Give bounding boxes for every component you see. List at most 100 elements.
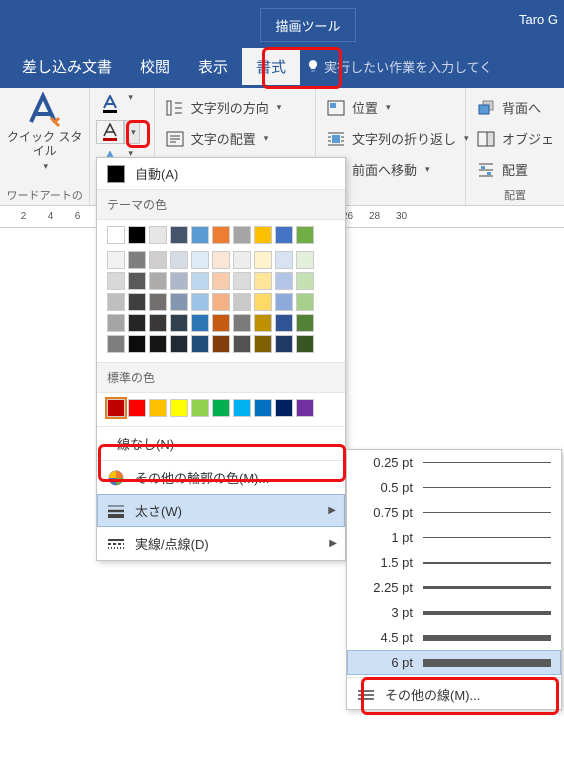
color-swatch[interactable] [212,314,230,332]
color-swatch[interactable] [170,272,188,290]
color-swatch[interactable] [275,251,293,269]
color-swatch[interactable] [149,293,167,311]
color-swatch[interactable] [191,399,209,417]
color-swatch[interactable] [170,335,188,353]
tell-me[interactable]: 実行したい作業を入力してく [306,57,492,76]
text-align-button[interactable]: 文字の配置▾ [161,123,309,154]
color-swatch[interactable] [107,314,125,332]
color-swatch[interactable] [128,335,146,353]
text-direction-button[interactable]: 文字列の方向▾ [161,92,309,123]
text-outline-dropdown[interactable]: ▾ [124,120,140,144]
color-swatch[interactable] [191,272,209,290]
color-swatch[interactable] [275,399,293,417]
color-swatch[interactable] [107,272,125,290]
color-swatch[interactable] [296,399,314,417]
weight-submenu-item[interactable]: 太さ(W) ▶ [97,494,345,527]
color-swatch[interactable] [191,293,209,311]
selection-pane-button[interactable]: オブジェ [472,123,558,154]
color-swatch[interactable] [275,272,293,290]
tab-review[interactable]: 校閲 [126,48,184,85]
color-swatch[interactable] [107,335,125,353]
color-swatch[interactable] [149,272,167,290]
wrap-text-button[interactable]: 文字列の折り返し▾ [322,123,459,154]
color-swatch[interactable] [254,272,272,290]
color-swatch[interactable] [149,399,167,417]
color-swatch[interactable] [254,293,272,311]
send-backward-button[interactable]: 背面へ [472,92,558,123]
color-swatch[interactable] [254,251,272,269]
color-swatch[interactable] [233,314,251,332]
color-swatch[interactable] [212,272,230,290]
weight-option[interactable]: 1.5 pt [347,550,561,575]
no-line-item[interactable]: 線なし(N) [97,427,345,460]
color-swatch[interactable] [107,293,125,311]
color-swatch[interactable] [128,293,146,311]
color-swatch[interactable] [128,399,146,417]
color-swatch[interactable] [191,335,209,353]
color-swatch[interactable] [170,226,188,244]
weight-option[interactable]: 0.25 pt [347,450,561,475]
color-swatch[interactable] [149,335,167,353]
color-swatch[interactable] [254,399,272,417]
tab-mailings[interactable]: 差し込み文書 [8,48,126,85]
color-swatch[interactable] [275,293,293,311]
tab-view[interactable]: 表示 [184,48,242,85]
weight-option[interactable]: 0.75 pt [347,500,561,525]
color-swatch[interactable] [296,293,314,311]
chevron-down-icon[interactable]: ▾ [128,92,133,116]
weight-option[interactable]: 0.5 pt [347,475,561,500]
color-swatch[interactable] [212,293,230,311]
color-swatch[interactable] [296,272,314,290]
color-swatch[interactable] [170,399,188,417]
color-swatch[interactable] [191,251,209,269]
weight-option[interactable]: 6 pt [347,650,561,675]
color-swatch[interactable] [170,293,188,311]
color-swatch[interactable] [296,226,314,244]
tab-format[interactable]: 書式 [242,48,300,85]
more-lines-item[interactable]: その他の線(M)... [347,680,561,709]
color-swatch[interactable] [296,314,314,332]
color-swatch[interactable] [128,251,146,269]
color-swatch[interactable] [233,399,251,417]
text-outline-button[interactable] [96,120,124,144]
weight-option[interactable]: 1 pt [347,525,561,550]
color-swatch[interactable] [233,272,251,290]
color-swatch[interactable] [275,335,293,353]
color-swatch[interactable] [128,314,146,332]
more-outline-colors-item[interactable]: その他の輪郭の色(M)... [97,461,345,494]
weight-option[interactable]: 2.25 pt [347,575,561,600]
dashes-submenu-item[interactable]: 実線/点線(D) ▶ [97,527,345,560]
color-swatch[interactable] [128,226,146,244]
position-button[interactable]: 位置▾ [322,92,459,123]
color-swatch[interactable] [107,251,125,269]
color-swatch[interactable] [170,314,188,332]
color-swatch[interactable] [275,226,293,244]
color-swatch[interactable] [254,335,272,353]
color-swatch[interactable] [107,399,125,417]
color-swatch[interactable] [233,251,251,269]
color-swatch[interactable] [212,335,230,353]
color-swatch[interactable] [254,314,272,332]
quick-styles-button[interactable]: クイック スタイル ▾ [6,92,83,172]
color-swatch[interactable] [296,251,314,269]
align-button[interactable]: 配置 [472,154,558,185]
text-fill-button[interactable] [96,92,124,116]
color-swatch[interactable] [149,251,167,269]
color-swatch[interactable] [212,226,230,244]
color-swatch[interactable] [128,272,146,290]
color-swatch[interactable] [233,335,251,353]
color-swatch[interactable] [296,335,314,353]
color-swatch[interactable] [191,226,209,244]
color-swatch[interactable] [212,251,230,269]
color-swatch[interactable] [170,251,188,269]
color-swatch[interactable] [149,226,167,244]
color-swatch[interactable] [275,314,293,332]
color-swatch[interactable] [212,399,230,417]
color-swatch[interactable] [149,314,167,332]
color-swatch[interactable] [107,226,125,244]
color-swatch[interactable] [233,226,251,244]
auto-color-item[interactable]: 自動(A) [97,158,345,189]
color-swatch[interactable] [254,226,272,244]
color-swatch[interactable] [191,314,209,332]
weight-option[interactable]: 3 pt [347,600,561,625]
